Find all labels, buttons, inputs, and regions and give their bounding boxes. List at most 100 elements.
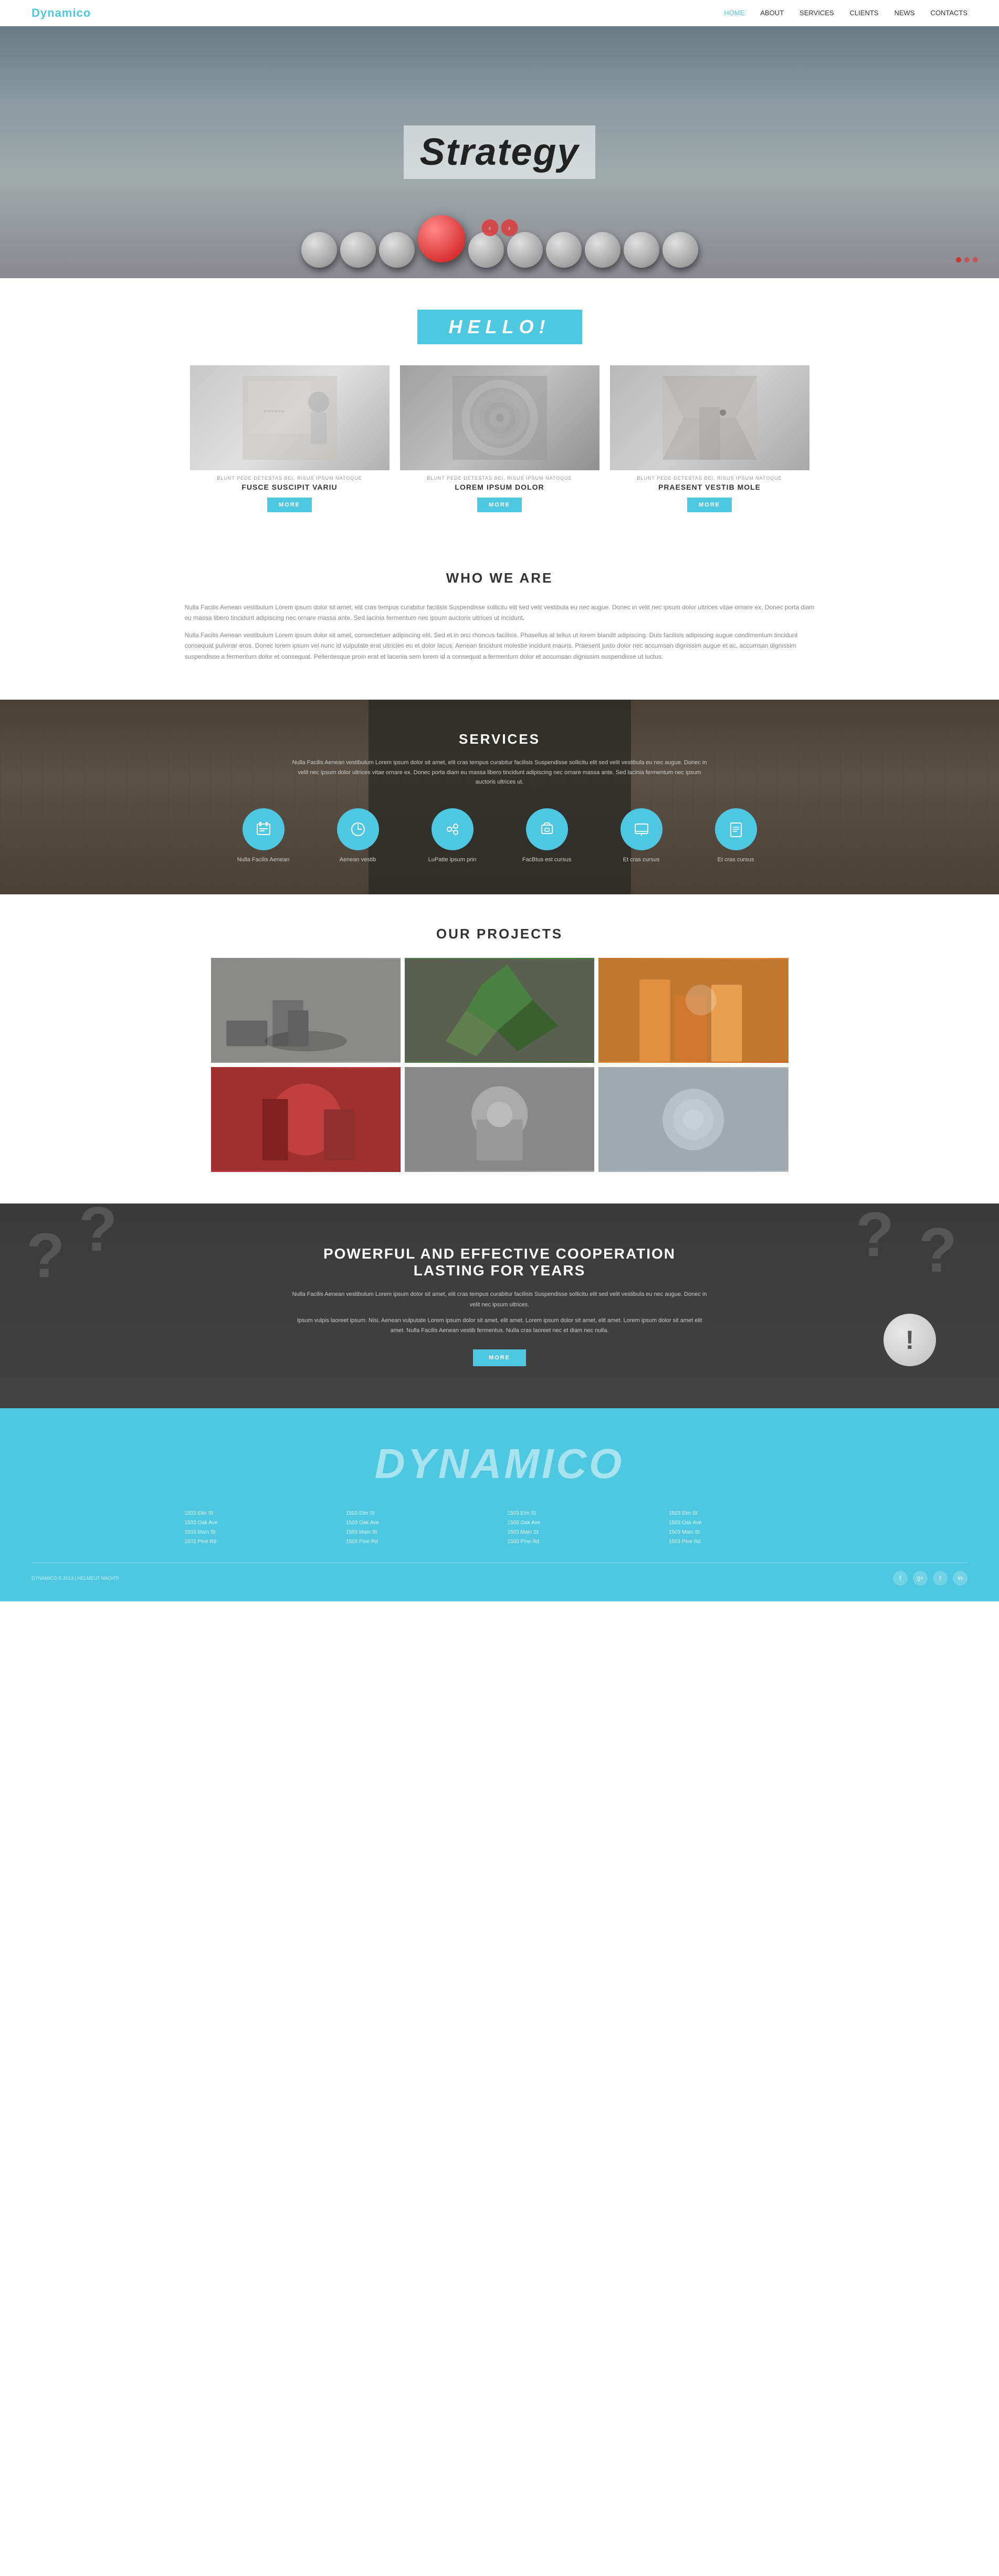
card-1-title: FUSCE SUSCIPIT VARIU xyxy=(190,483,390,491)
hero-dot-1[interactable] xyxy=(956,257,961,262)
service-label-4: FacBtus est cursus xyxy=(522,857,572,863)
service-circle-1[interactable] xyxy=(243,808,285,850)
question-mark-1: ? xyxy=(26,1219,65,1292)
project-2-img xyxy=(405,958,594,1063)
card-3: Blunt Pede Detestas Bei, Risus Ipsum Nat… xyxy=(610,365,809,512)
service-circle-5[interactable] xyxy=(621,808,663,850)
sphere-4 xyxy=(468,232,504,268)
hello-badge: HELLO! xyxy=(417,310,582,344)
card-3-label-small: Blunt Pede Detestas Bei, Risus Ipsum Nat… xyxy=(610,476,809,481)
card-1-label-small: Blunt Pede Detestas Bei, Risus Ipsum Nat… xyxy=(190,476,390,481)
project-1[interactable] xyxy=(211,958,401,1063)
service-item-2: Aenean vestib xyxy=(324,808,392,863)
navbar: Dynamico Home About Services Clients New… xyxy=(0,0,999,26)
social-twitter[interactable]: t xyxy=(933,1571,948,1586)
card-3-image xyxy=(610,365,809,470)
hero-dot-3[interactable] xyxy=(973,257,978,262)
hero-prev-arrow[interactable]: ‹ xyxy=(481,219,498,236)
projects-grid xyxy=(211,958,788,1172)
service-item-3: LuPatte ipsum prin xyxy=(418,808,487,863)
coop-inner: POWERFUL AND EFFECTIVE COOPERATION LASTI… xyxy=(63,1245,936,1366)
who-para2: Nulla Facilis Aenean vestibulum Lorem ip… xyxy=(185,630,815,662)
brand-accent: o xyxy=(83,6,91,19)
service-item-5: Et cras cursus xyxy=(607,808,676,863)
card-2-label-small: Blunt Pede Detestas Bei, Risus Ipsum Nat… xyxy=(400,476,600,481)
social-facebook[interactable]: f xyxy=(893,1571,908,1586)
brand-logo[interactable]: Dynamico xyxy=(31,6,91,20)
sphere-3 xyxy=(379,232,415,268)
sphere-1 xyxy=(301,232,337,268)
services-title: SERVICES xyxy=(31,731,968,747)
service-circle-2[interactable] xyxy=(337,808,379,850)
nav-menu: Home About Services Clients News Contact… xyxy=(724,8,968,18)
services-section: SERVICES Nulla Facilis Aenean vestibulum… xyxy=(0,700,999,894)
sphere-8 xyxy=(624,232,659,268)
footer-col-1: 1503 Elm St 1503 Oak Ave 1503 Main St 15… xyxy=(185,1509,331,1547)
project-2[interactable] xyxy=(405,958,594,1063)
footer-col-2: 1503 Elm St 1503 Oak Ave 1503 Main St 15… xyxy=(346,1509,492,1547)
service-circle-4[interactable] xyxy=(526,808,568,850)
project-4[interactable] xyxy=(211,1067,401,1172)
project-4-img xyxy=(211,1067,401,1172)
card-3-more-button[interactable]: MORE xyxy=(687,498,732,512)
coop-more-button[interactable]: MORE xyxy=(473,1349,526,1366)
footer-col-4: 1503 Elm St 1503 Oak Ave 1503 Main St 15… xyxy=(669,1509,815,1547)
project-6[interactable] xyxy=(598,1067,788,1172)
hero-dot-2[interactable] xyxy=(964,257,970,262)
sphere-red xyxy=(418,215,465,262)
hello-accent: O! xyxy=(519,316,551,337)
hero-arrows: ‹ › xyxy=(481,219,518,236)
nav-home[interactable]: Home xyxy=(724,9,744,17)
sphere-6 xyxy=(546,232,582,268)
social-googleplus[interactable]: g+ xyxy=(913,1571,928,1586)
project-3[interactable] xyxy=(598,958,788,1063)
hero-next-arrow[interactable]: › xyxy=(501,219,518,236)
project-5[interactable] xyxy=(405,1067,594,1172)
service-circle-3[interactable] xyxy=(432,808,474,850)
hero-section: Strategy ‹ › xyxy=(0,26,999,278)
hello-text: HELL xyxy=(449,316,519,337)
card-1-more-button[interactable]: MORE xyxy=(267,498,312,512)
footer-col-1-text: 1503 Elm St 1503 Oak Ave 1503 Main St 15… xyxy=(185,1509,331,1547)
services-icons-row: Nulla Facilis Aenean Aenean vestib xyxy=(31,808,968,863)
footer-col-2-text: 1503 Elm St 1503 Oak Ave 1503 Main St 15… xyxy=(346,1509,492,1547)
sphere-2 xyxy=(340,232,376,268)
service-label-1: Nulla Facilis Aenean xyxy=(237,857,290,863)
social-linkedin[interactable]: in xyxy=(953,1571,968,1586)
footer-cols: 1503 Elm St 1503 Oak Ave 1503 Main St 15… xyxy=(185,1509,815,1547)
nav-about[interactable]: About xyxy=(760,9,784,17)
hero-text-box: Strategy xyxy=(404,125,595,179)
service-item-6: Et cras cursus xyxy=(702,808,770,863)
project-3-img xyxy=(598,958,788,1063)
card-2-more-button[interactable]: MORE xyxy=(477,498,522,512)
who-section: WHO WE ARE Nulla Facilis Aenean vestibul… xyxy=(0,539,999,700)
hero-dots xyxy=(956,257,978,262)
nav-news[interactable]: News xyxy=(894,9,914,17)
project-6-img xyxy=(598,1067,788,1172)
cards-row: ≋≋≋≋≋≋ Blunt Pede Detestas Bei, Risus Ip… xyxy=(31,365,968,512)
service-item-1: Nulla Facilis Aenean xyxy=(229,808,298,863)
coop-para1: Nulla Facilis Aenean vestibulum Lorem ip… xyxy=(290,1290,710,1311)
footer-col-3: 1503 Elm St 1503 Oak Ave 1503 Main St 15… xyxy=(508,1509,654,1547)
nav-clients[interactable]: Clients xyxy=(850,9,879,17)
hero-title: Strategy xyxy=(404,125,595,179)
service-item-4: FacBtus est cursus xyxy=(513,808,581,863)
svg-text:≋≋≋≋≋≋: ≋≋≋≋≋≋ xyxy=(263,409,284,414)
nav-services[interactable]: Services xyxy=(800,9,834,17)
who-para1: Nulla Facilis Aenean vestibulum Lorem ip… xyxy=(185,602,815,624)
service-circle-6[interactable] xyxy=(715,808,757,850)
who-text: Nulla Facilis Aenean vestibulum Lorem ip… xyxy=(185,602,815,662)
card-3-title: PRAESENT VESTIB MOLE xyxy=(610,483,809,491)
nav-contacts[interactable]: Contacts xyxy=(930,9,968,17)
footer-logo-text: DYNAMIC xyxy=(375,1440,589,1487)
services-desc: Nulla Facilis Aenean vestibulum Lorem ip… xyxy=(290,758,710,787)
who-title: WHO WE ARE xyxy=(63,570,936,586)
coop-section: ? ? ? ? ! POWERFUL AND EFFECTIVE COOPERA… xyxy=(0,1203,999,1408)
service-label-2: Aenean vestib xyxy=(340,857,376,863)
project-1-img xyxy=(211,958,401,1063)
sphere-9 xyxy=(663,232,698,268)
card-2: Blunt Pede Detestas Bei, Risus Ipsum Nat… xyxy=(400,365,600,512)
service-label-6: Et cras cursus xyxy=(718,857,754,863)
footer-col-4-text: 1503 Elm St 1503 Oak Ave 1503 Main St 15… xyxy=(669,1509,815,1547)
footer-copyright: DYNAMICO © 2013 | HELMEUT NACHTI xyxy=(31,1576,119,1581)
